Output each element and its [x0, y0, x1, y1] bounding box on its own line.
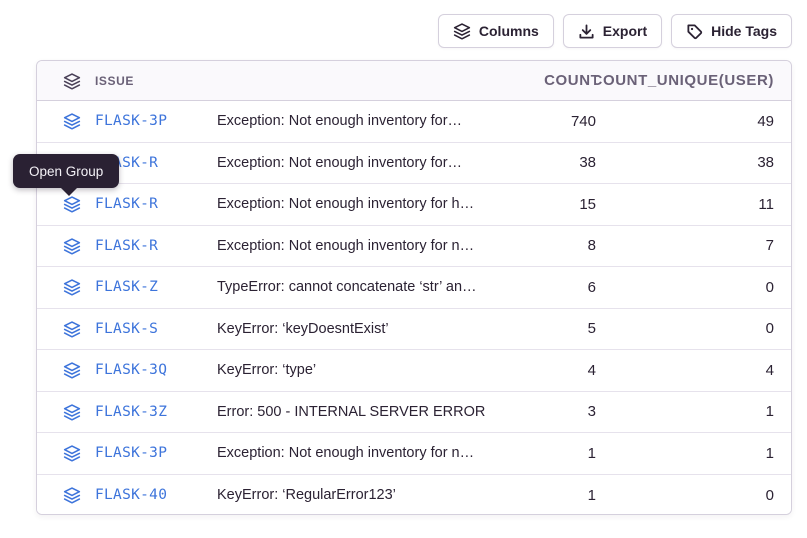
issue-cell: FLASK-R — [37, 237, 217, 255]
issue-message: Exception: Not enough inventory for… — [217, 113, 506, 129]
table-row[interactable]: FLASK-Z TypeError: cannot concatenate ‘s… — [37, 267, 791, 309]
header-issue-label: ISSUE — [95, 74, 134, 88]
count-unique-value: 4 — [596, 362, 791, 379]
issue-link[interactable]: FLASK-3Z — [95, 404, 167, 420]
issue-link[interactable]: FLASK-40 — [95, 487, 167, 503]
count-unique-value: 0 — [596, 320, 791, 337]
table-row[interactable]: FLASK-3P Exception: Not enough inventory… — [37, 433, 791, 475]
count-value: 740 — [506, 113, 596, 130]
count-value: 8 — [506, 237, 596, 254]
header-count-label: COUNT — [544, 72, 596, 89]
open-group-icon[interactable] — [63, 237, 81, 255]
table-row[interactable]: FLASK-3Q KeyError: ‘type’ 4 4 — [37, 350, 791, 392]
toolbar: Columns Export Hide Tags — [0, 0, 807, 48]
issue-link[interactable]: FLASK-3Q — [95, 362, 167, 378]
hide-tags-button[interactable]: Hide Tags — [671, 14, 792, 48]
issue-link[interactable]: FLASK-Z — [95, 279, 158, 295]
issue-message: Error: 500 - INTERNAL SERVER ERROR — [217, 404, 506, 420]
open-group-icon[interactable] — [63, 444, 81, 462]
results-table: ISSUE COUNT ↓ COUNT_UNIQUE(USER) FLASK-3… — [36, 60, 792, 515]
header-cell-issue[interactable]: ISSUE — [37, 72, 217, 90]
issue-link[interactable]: FLASK-R — [95, 196, 158, 212]
count-value: 15 — [506, 196, 596, 213]
count-unique-value: 1 — [596, 403, 791, 420]
issue-message: Exception: Not enough inventory for h… — [217, 196, 506, 212]
table-row[interactable]: FLASK-S KeyError: ‘keyDoesntExist’ 5 0 — [37, 309, 791, 351]
issue-cell: FLASK-3P — [37, 444, 217, 462]
table-row[interactable]: FLASK-R Exception: Not enough inventory … — [37, 184, 791, 226]
count-value: 1 — [506, 445, 596, 462]
count-value: 5 — [506, 320, 596, 337]
issue-message: Exception: Not enough inventory for n… — [217, 238, 506, 254]
header-cell-count[interactable]: COUNT ↓ — [506, 72, 596, 89]
issue-message: KeyError: ‘type’ — [217, 362, 506, 378]
open-group-icon[interactable] — [63, 278, 81, 296]
issue-message: KeyError: ‘RegularError123’ — [217, 487, 506, 503]
count-unique-value: 0 — [596, 279, 791, 296]
issue-message: Exception: Not enough inventory for n… — [217, 445, 506, 461]
table-row[interactable]: FLASK-3Z Error: 500 - INTERNAL SERVER ER… — [37, 392, 791, 434]
columns-button-label: Columns — [479, 23, 539, 39]
count-unique-value: 49 — [596, 113, 791, 130]
open-group-icon[interactable] — [63, 112, 81, 130]
open-group-icon[interactable] — [63, 195, 81, 213]
count-value: 38 — [506, 154, 596, 171]
layers-icon — [453, 22, 471, 40]
issue-message: Exception: Not enough inventory for… — [217, 155, 506, 171]
count-unique-value: 11 — [596, 196, 791, 213]
issue-link[interactable]: FLASK-3P — [95, 113, 167, 129]
open-group-icon[interactable] — [63, 403, 81, 421]
issue-cell: FLASK-3Q — [37, 361, 217, 379]
open-group-icon[interactable] — [63, 361, 81, 379]
issue-message: KeyError: ‘keyDoesntExist’ — [217, 321, 506, 337]
count-value: 4 — [506, 362, 596, 379]
tooltip-arrow — [61, 188, 77, 196]
count-unique-value: 38 — [596, 154, 791, 171]
open-group-icon[interactable] — [63, 320, 81, 338]
issue-link[interactable]: FLASK-R — [95, 238, 158, 254]
count-value: 3 — [506, 403, 596, 420]
count-unique-value: 1 — [596, 445, 791, 462]
table-row[interactable]: FLASK-R Exception: Not enough inventory … — [37, 143, 791, 185]
issue-cell: FLASK-3P — [37, 112, 217, 130]
export-button-label: Export — [603, 23, 647, 39]
open-group-tooltip: Open Group — [13, 154, 119, 188]
count-unique-value: 7 — [596, 237, 791, 254]
header-cell-count-unique[interactable]: COUNT_UNIQUE(USER) — [596, 72, 791, 89]
issue-cell: FLASK-3Z — [37, 403, 217, 421]
table-row[interactable]: FLASK-R Exception: Not enough inventory … — [37, 226, 791, 268]
download-icon — [578, 23, 595, 40]
layers-icon — [63, 72, 81, 90]
count-value: 6 — [506, 279, 596, 296]
hide-tags-button-label: Hide Tags — [711, 23, 777, 39]
export-button[interactable]: Export — [563, 14, 662, 48]
issue-cell: FLASK-Z — [37, 278, 217, 296]
issue-message: TypeError: cannot concatenate ‘str’ an… — [217, 279, 506, 295]
issue-link[interactable]: FLASK-S — [95, 321, 158, 337]
issue-cell: FLASK-S — [37, 320, 217, 338]
tag-icon — [686, 23, 703, 40]
open-group-tooltip-label: Open Group — [29, 164, 103, 179]
count-unique-value: 0 — [596, 487, 791, 504]
table-body: FLASK-3P Exception: Not enough inventory… — [37, 101, 791, 515]
table-header-row: ISSUE COUNT ↓ COUNT_UNIQUE(USER) — [37, 61, 791, 101]
issue-cell: FLASK-R — [37, 195, 217, 213]
table-row[interactable]: FLASK-40 KeyError: ‘RegularError123’ 1 0 — [37, 475, 791, 516]
header-count-unique-label: COUNT_UNIQUE(USER) — [596, 72, 774, 89]
table-row[interactable]: FLASK-3P Exception: Not enough inventory… — [37, 101, 791, 143]
columns-button[interactable]: Columns — [438, 14, 554, 48]
issue-link[interactable]: FLASK-3P — [95, 445, 167, 461]
open-group-icon[interactable] — [63, 486, 81, 504]
issue-cell: FLASK-40 — [37, 486, 217, 504]
count-value: 1 — [506, 487, 596, 504]
